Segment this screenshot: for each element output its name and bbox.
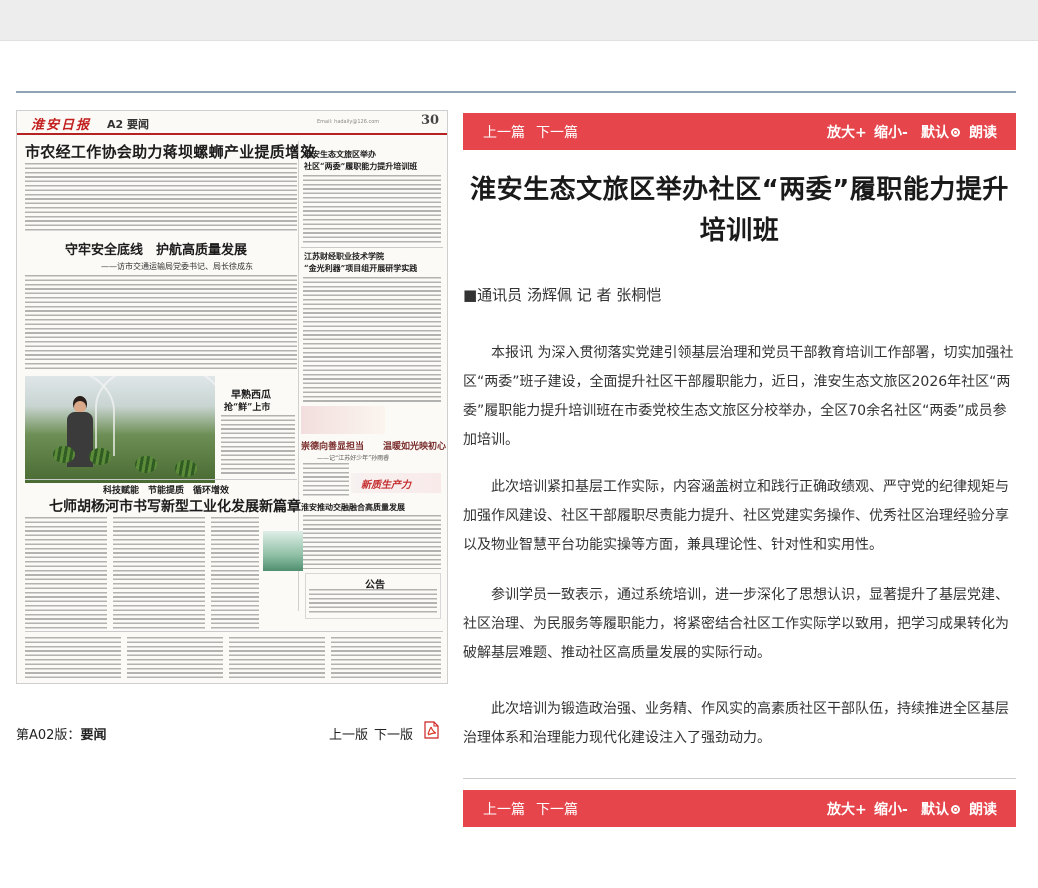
- greenhouse-arch: [95, 376, 215, 452]
- section-divider: [25, 479, 297, 480]
- photo-caption-text: [221, 415, 295, 475]
- article-text-block: [303, 515, 441, 569]
- watermelon-shape: [135, 456, 157, 473]
- zoom-in-button-bottom[interactable]: 放大+: [827, 799, 867, 819]
- headline-right-7: ——记“江苏好少年”孙雨睿: [317, 455, 390, 462]
- headline-main[interactable]: 市农经工作协会助力蒋坝螺蛳产业提质增效: [25, 141, 316, 162]
- article-byline: ■通讯员 汤辉佩 记 者 张桐恺: [463, 286, 662, 304]
- zoom-out-button[interactable]: 缩小-: [874, 122, 908, 142]
- masthead-info: Email: hadaily@126.com: [317, 119, 380, 125]
- article-text-block: [331, 637, 441, 681]
- prev-page-link[interactable]: 上一版: [329, 724, 368, 743]
- headline-third[interactable]: 七师胡杨河市书写新型工业化发展新篇章: [49, 496, 301, 516]
- pdf-icon[interactable]: [424, 721, 439, 739]
- article-text-block: [113, 517, 205, 629]
- article-text-block: [127, 637, 223, 681]
- article-text-block: [303, 175, 441, 245]
- article-text-block: [303, 277, 441, 403]
- headline-right-3[interactable]: 江苏财经职业技术学院: [304, 251, 384, 262]
- page-caption-prefix: 第A02版：: [16, 728, 81, 743]
- article-text-block: [229, 637, 325, 681]
- section-divider: [301, 247, 443, 248]
- default-size-button-bottom[interactable]: 默认: [921, 799, 960, 819]
- article-text-block: [25, 637, 121, 681]
- article-paragraph: 本报讯 为深入贯彻落实党建引领基层治理和党员干部教育培训工作部署，切实加强社区“…: [463, 345, 1014, 448]
- next-article-button-bottom[interactable]: 下一篇: [536, 799, 578, 819]
- watermelon-shape: [175, 460, 197, 477]
- masthead: 淮安日报 A2 要闻 Email: hadaily@126.com 30: [17, 111, 447, 135]
- page-caption-section: 要闻: [80, 728, 107, 743]
- slogan: 科技赋能 节能提质 循环增效: [103, 486, 230, 496]
- headline-right-8[interactable]: 淮安推动交融融合高质量发展: [301, 502, 405, 513]
- watermelon-photo: [25, 376, 215, 483]
- headline-second[interactable]: 守牢安全底线 护航高质量发展: [65, 239, 247, 258]
- default-size-label: 默认: [921, 125, 949, 141]
- read-aloud-button[interactable]: 朗读: [969, 122, 997, 142]
- default-size-button[interactable]: 默认: [921, 122, 960, 142]
- page-number: 30: [421, 113, 440, 128]
- article-text-block: [211, 517, 259, 629]
- watermelon-shape: [53, 446, 75, 463]
- read-aloud-button-bottom[interactable]: 朗读: [969, 799, 997, 819]
- article-text-block: [303, 463, 349, 497]
- notice-text: [309, 589, 437, 615]
- default-dot-icon: [951, 128, 960, 137]
- default-size-label: 默认: [921, 802, 949, 818]
- watermelon-shape: [89, 448, 111, 465]
- zoom-in-button[interactable]: 放大+: [827, 122, 867, 142]
- farmer-figure: [65, 396, 95, 476]
- zoom-out-button-bottom[interactable]: 缩小-: [874, 799, 908, 819]
- prev-article-button-bottom[interactable]: 上一篇: [483, 799, 525, 819]
- illustration: [301, 406, 385, 434]
- photo-title: 早熟西瓜: [231, 390, 271, 401]
- article-toolbar-bottom: 上一篇 下一篇 放大+ 缩小- 默认 朗读: [463, 790, 1016, 827]
- article-toolbar-top: 上一篇 下一篇 放大+ 缩小- 默认 朗读: [463, 113, 1016, 150]
- headline-right-1[interactable]: 淮安生态文旅区举办: [304, 149, 376, 160]
- small-photo: [263, 531, 303, 571]
- prev-article-button[interactable]: 上一篇: [483, 122, 525, 142]
- headline-right-2[interactable]: 社区“两委”履职能力提升培训班: [304, 161, 417, 172]
- edition-label: A2 要闻: [107, 118, 149, 131]
- article-text-block: [25, 275, 297, 371]
- article-paragraph: 此次培训紧扣基层工作实际，内容涵盖树立和践行正确政绩观、严守党的纪律规矩与加强作…: [463, 479, 1009, 553]
- page-caption: 第A02版：要闻: [16, 724, 106, 743]
- article-text-block: [25, 163, 297, 233]
- banner-graphic: 新质生产力: [351, 473, 441, 493]
- headline-second-sub: ——访市交通运输局党委书记、局长徐成东: [101, 262, 253, 271]
- next-article-button[interactable]: 下一篇: [536, 122, 578, 142]
- newspaper-logo: 淮安日报: [31, 118, 92, 133]
- article-paragraph: 参训学员一致表示，通过系统培训，进一步深化了思想认识，显著提升了基层党建、社区治…: [463, 587, 1009, 661]
- header-divider: [16, 91, 1016, 93]
- newspaper-page-image[interactable]: 淮安日报 A2 要闻 Email: hadaily@126.com 30 市农经…: [16, 110, 448, 684]
- headline-right-4[interactable]: “金光利器”项目组开展研学实践: [304, 263, 417, 274]
- next-page-link[interactable]: 下一版: [374, 724, 413, 743]
- headline-right-6[interactable]: 温暖如光映初心: [383, 439, 446, 452]
- article-paragraph: 此次培训为锻造政治强、业务精、作风实的高素质社区干部队伍，持续推进全区基层治理体…: [463, 701, 1009, 746]
- section-divider: [25, 631, 443, 632]
- headline-right-5[interactable]: 崇德向善显担当: [301, 439, 364, 452]
- article-title: 淮安生态文旅区举办社区“两委”履职能力提升培训班: [470, 175, 1009, 246]
- top-bar: [0, 0, 1038, 41]
- article-text-block: [25, 517, 107, 629]
- default-dot-icon: [951, 805, 960, 814]
- photo-title-2: 抢“鲜”上市: [224, 403, 271, 413]
- article-divider: [463, 778, 1016, 779]
